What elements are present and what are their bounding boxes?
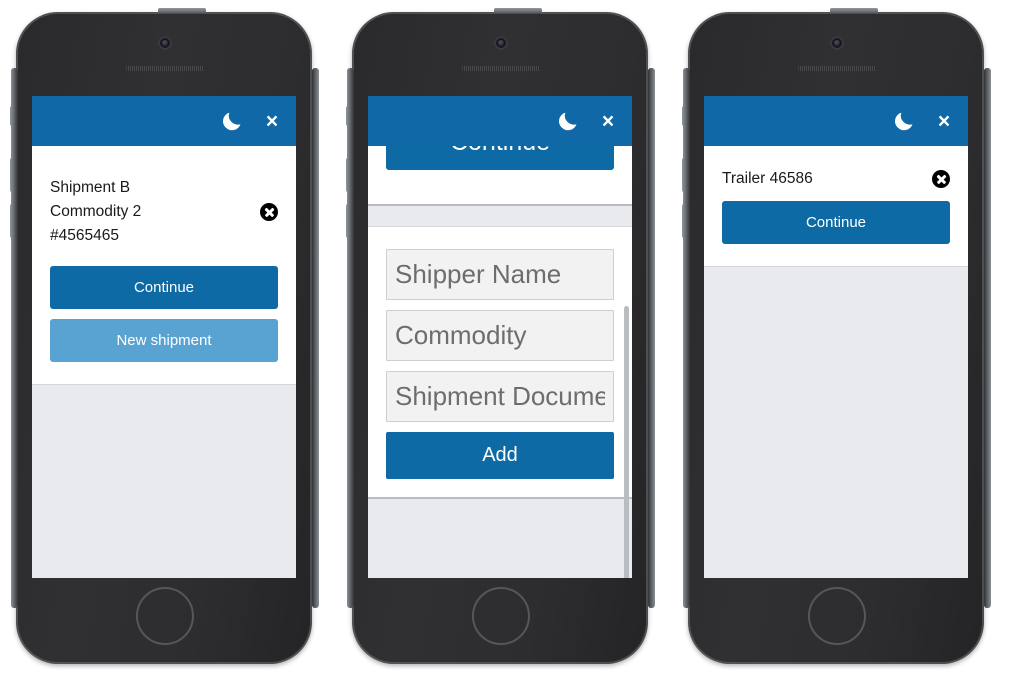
- earpiece-speaker: [462, 66, 540, 71]
- phone-device-1: × Shipment B Commodity 2 #4565465 Contin…: [10, 8, 320, 673]
- scrolled-off-section: Continue: [368, 146, 632, 206]
- phone-1-screen: × Shipment B Commodity 2 #4565465 Contin…: [32, 96, 296, 578]
- continue-button[interactable]: Continue: [722, 200, 950, 244]
- add-shipment-form: Add: [368, 227, 632, 499]
- moon-icon[interactable]: [892, 109, 916, 133]
- home-button[interactable]: [472, 587, 530, 645]
- commodity-input[interactable]: [386, 310, 614, 361]
- empty-area-below-form: [368, 499, 632, 578]
- dismiss-shipment-icon[interactable]: [260, 203, 278, 222]
- silent-switch[interactable]: [10, 106, 16, 126]
- phone-side-rail-right: [312, 68, 319, 608]
- phone-side-rail-left: [11, 68, 18, 608]
- volume-up-button[interactable]: [10, 158, 16, 192]
- add-button[interactable]: Add: [386, 432, 614, 479]
- trailer-card: Trailer 46586 Continue: [704, 146, 968, 267]
- continue-button[interactable]: Continue: [50, 266, 278, 310]
- close-icon[interactable]: ×: [934, 110, 954, 132]
- phone-side-rail-right: [648, 68, 655, 608]
- earpiece-speaker: [126, 66, 204, 71]
- phone-3-screen: × Trailer 46586 Continue: [704, 96, 968, 578]
- volume-up-button[interactable]: [682, 158, 688, 192]
- front-camera-icon: [158, 36, 172, 50]
- silent-switch[interactable]: [682, 106, 688, 126]
- front-camera-icon: [830, 36, 844, 50]
- phone-side-rail-left: [347, 68, 354, 608]
- phone-device-2: × Continue Add: [346, 8, 656, 673]
- moon-icon[interactable]: [220, 109, 244, 133]
- silent-switch[interactable]: [346, 106, 352, 126]
- phone-3-body: Trailer 46586 Continue: [704, 146, 968, 578]
- section-divider-band: [368, 206, 632, 227]
- volume-up-button[interactable]: [346, 158, 352, 192]
- volume-down-button[interactable]: [346, 204, 352, 238]
- app-header-bar: ×: [368, 96, 632, 146]
- volume-down-button[interactable]: [10, 204, 16, 238]
- phone-side-rail-right: [984, 68, 991, 608]
- earpiece-speaker: [798, 66, 876, 71]
- continue-button-partially-scrolled[interactable]: Continue: [386, 146, 614, 170]
- new-shipment-button[interactable]: New shipment: [50, 319, 278, 363]
- phone-2-body: Continue Add: [368, 146, 632, 578]
- close-icon[interactable]: ×: [262, 110, 282, 132]
- dismiss-trailer-icon[interactable]: [932, 170, 950, 189]
- screenshot-canvas: × Shipment B Commodity 2 #4565465 Contin…: [0, 0, 1016, 685]
- vertical-scrollbar[interactable]: [624, 306, 629, 578]
- volume-down-button[interactable]: [682, 204, 688, 238]
- power-button[interactable]: [830, 8, 878, 14]
- app-header-bar: ×: [704, 96, 968, 146]
- power-button[interactable]: [158, 8, 206, 14]
- trailer-summary-text: Trailer 46586: [722, 170, 813, 187]
- shipment-summary-text: Shipment B Commodity 2 #4565465: [50, 179, 142, 245]
- phone-side-rail-left: [683, 68, 690, 608]
- shipment-card-row: Shipment B Commodity 2 #4565465: [32, 146, 296, 266]
- front-camera-icon: [494, 36, 508, 50]
- shipment-document-input[interactable]: [386, 371, 614, 422]
- shipment-card: Shipment B Commodity 2 #4565465 Continue…: [32, 146, 296, 386]
- moon-icon[interactable]: [556, 109, 580, 133]
- phone-2-screen: × Continue Add: [368, 96, 632, 578]
- trailer-card-row: Trailer 46586: [704, 146, 968, 201]
- close-icon[interactable]: ×: [598, 110, 618, 132]
- phone-device-3: × Trailer 46586 Continue: [682, 8, 992, 673]
- shipper-name-input[interactable]: [386, 249, 614, 300]
- phone-1-body: Shipment B Commodity 2 #4565465 Continue…: [32, 146, 296, 578]
- app-header-bar: ×: [32, 96, 296, 146]
- home-button[interactable]: [808, 587, 866, 645]
- power-button[interactable]: [494, 8, 542, 14]
- home-button[interactable]: [136, 587, 194, 645]
